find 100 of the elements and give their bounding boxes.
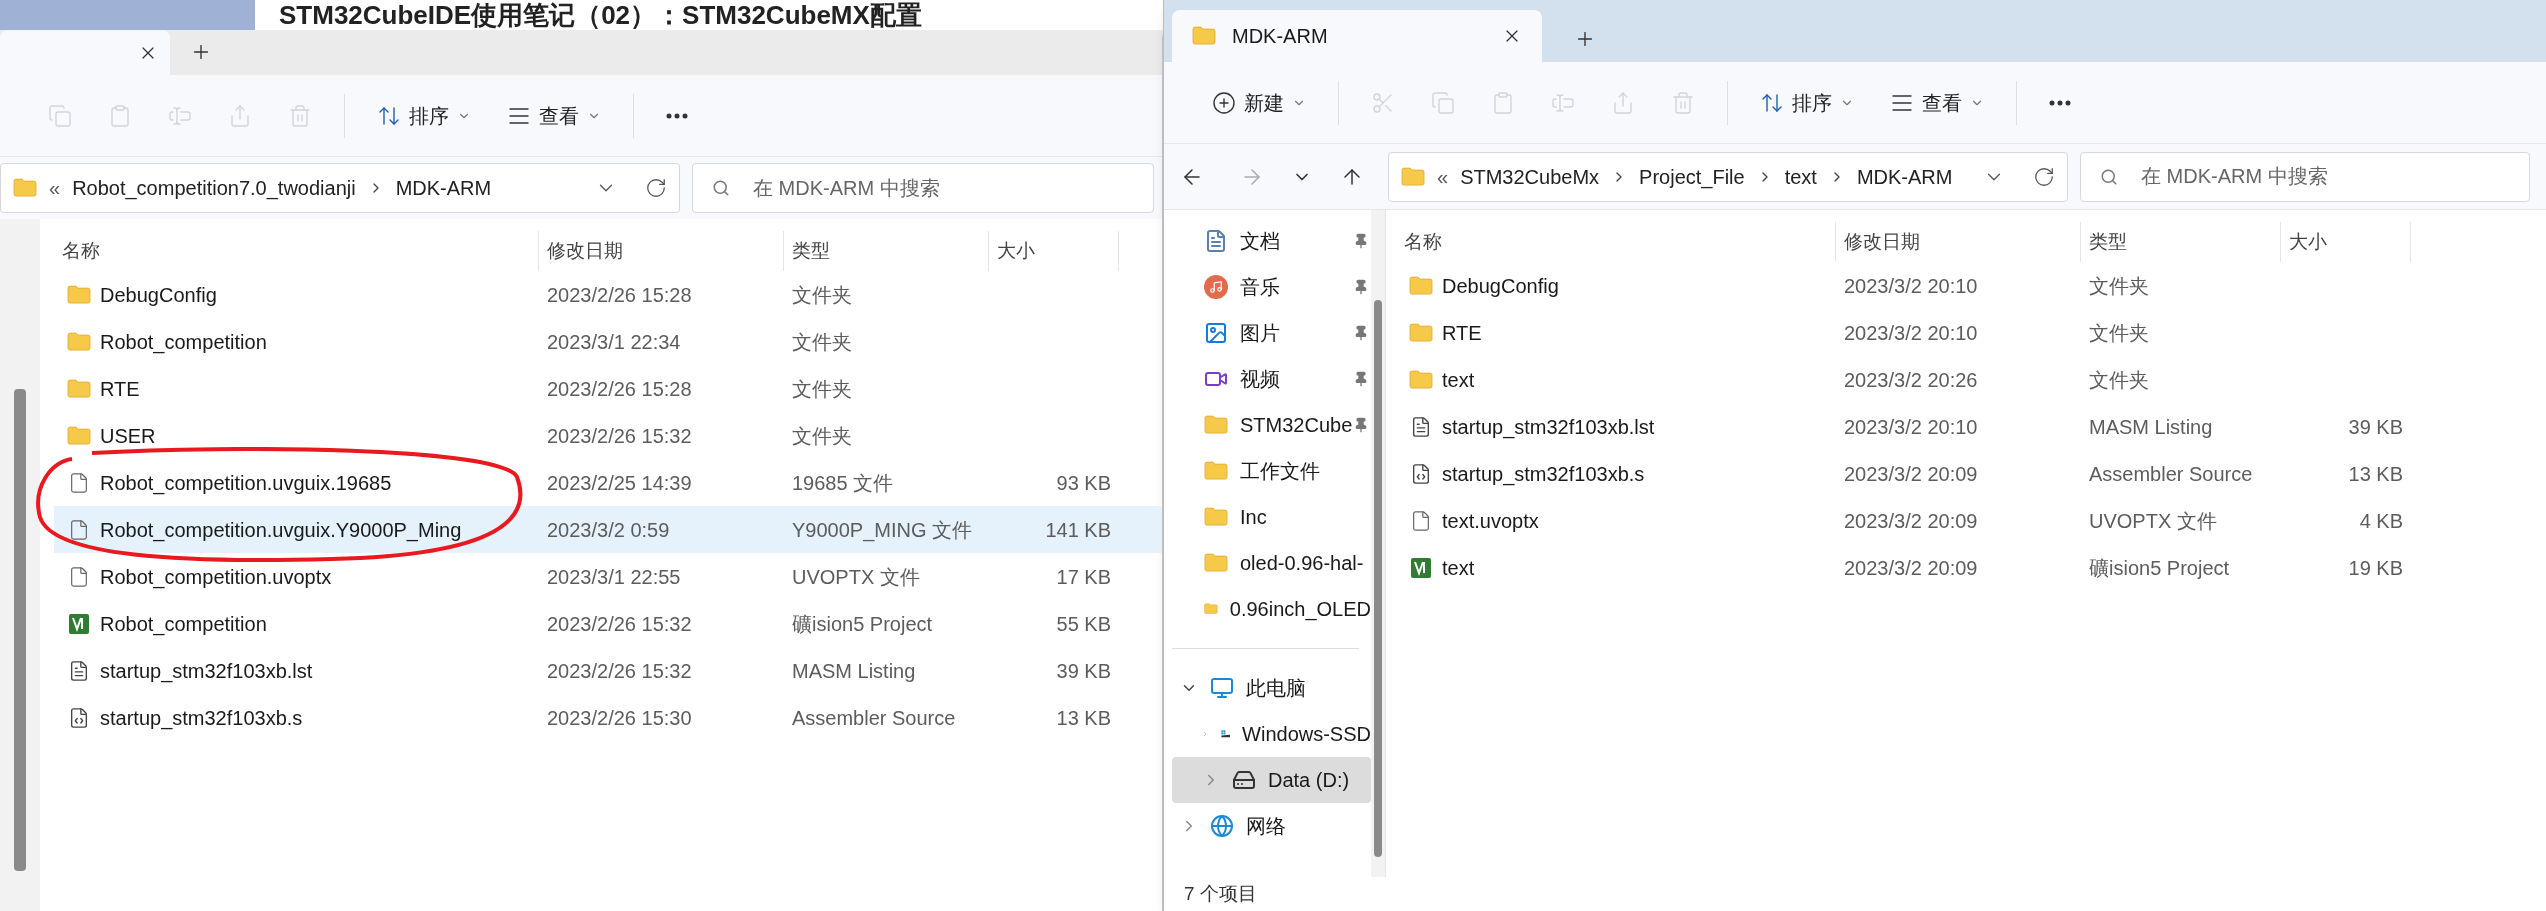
date-text: 2023/3/2 20:10 <box>1844 415 1978 438</box>
date-text: 2023/2/26 15:32 <box>547 612 692 635</box>
file-name: startup_stm32f103xb.s <box>100 705 303 732</box>
folder-icon <box>1204 507 1228 527</box>
file-name: Robot_competition.uvguix.Y9000P_Ming <box>100 517 462 544</box>
file-name: text <box>1442 555 1475 581</box>
folder-icon <box>1401 166 1425 187</box>
file-row[interactable]: text 2023/3/2 20:26 文件夹 <box>1396 356 2546 403</box>
toolbar-menu-button[interactable]: 查看 <box>491 90 617 141</box>
file-row[interactable]: startup_stm32f103xb.lst 2023/3/2 20:10 MASM Listing 39 KB <box>1396 403 2546 450</box>
type-text: 19685 文件 <box>792 471 894 494</box>
type-text: Assembler Source <box>2089 462 2253 485</box>
quick-access-item[interactable]: 视频 <box>1172 356 1371 402</box>
type-text: UVOPTX 文件 <box>2089 509 2217 532</box>
search-field[interactable]: 在 MDK-ARM 中搜索 <box>2080 151 2530 202</box>
folder-icon <box>1204 461 1228 481</box>
scrollbar-thumb[interactable] <box>14 389 26 871</box>
type-text: MASM Listing <box>792 659 916 682</box>
type-text: 礦ision5 Project <box>792 612 933 635</box>
toolbar-menu-button[interactable]: 排序 <box>361 90 487 141</box>
overflow-mark[interactable]: « <box>1437 161 1449 192</box>
file-row[interactable]: USER 2023/2/26 15:32 文件夹 <box>54 412 1162 459</box>
quick-access-item[interactable]: 图片 <box>1172 310 1371 356</box>
trash-icon <box>1671 90 1695 115</box>
file-icon <box>68 471 90 494</box>
file-row[interactable]: startup_stm32f103xb.lst 2023/2/26 15:32 MASM Listing 39 KB <box>54 647 1162 694</box>
file-row[interactable]: DebugConfig 2023/2/26 15:28 文件夹 <box>54 271 1162 318</box>
date-text: 2023/3/2 20:26 <box>1844 368 1978 391</box>
nav-tree-item[interactable]: 网络 <box>1172 803 1371 849</box>
clipboard-icon <box>108 103 132 128</box>
breadcrumb-item[interactable]: Project_File <box>1639 161 1745 192</box>
file-row[interactable]: Robot_competition.uvguix.Y9000P_Ming 2023/3/2 0:59 Y9000P_MING 文件 141 KB <box>54 506 1162 553</box>
file-row[interactable]: startup_stm32f103xb.s 2023/3/2 20:09 Assembler Source 13 KB <box>1396 450 2546 497</box>
size-text: 19 KB <box>2348 555 2403 581</box>
breadcrumb-item[interactable]: STM32CubeMx <box>1460 161 1600 192</box>
nav-tree-item[interactable]: Data (D:) <box>1172 757 1371 803</box>
breadcrumb-item[interactable]: Robot_competition7.0_twodianji <box>72 173 356 203</box>
monitor-icon <box>1210 676 1234 700</box>
nav-tree-item[interactable]: Windows-SSD <box>1172 711 1371 757</box>
column-header[interactable]: 大小 <box>989 231 1119 271</box>
refresh-icon[interactable] <box>645 177 667 199</box>
clipboard-icon <box>1491 90 1515 115</box>
column-header[interactable]: 类型 <box>2081 222 2281 262</box>
file-name: RTE <box>1442 320 1482 346</box>
column-header[interactable]: 名称 <box>54 231 539 271</box>
document-icon <box>68 659 90 682</box>
column-header[interactable]: 修改日期 <box>1836 222 2081 262</box>
column-header[interactable]: 修改日期 <box>539 231 784 271</box>
toolbar-menu-button[interactable]: 排序 <box>1744 77 1870 128</box>
file-row[interactable]: Robot_competition.uvoptx 2023/3/1 22:55 UVOPTX 文件 17 KB <box>54 553 1162 600</box>
date-text: 2023/2/26 15:28 <box>547 283 692 306</box>
file-name: startup_stm32f103xb.lst <box>100 658 313 685</box>
quick-access-item[interactable]: STM32Cube <box>1172 402 1371 448</box>
toolbar-menu-button[interactable]: 查看 <box>1874 77 2000 128</box>
file-row[interactable]: RTE 2023/3/2 20:10 文件夹 <box>1396 309 2546 356</box>
type-text: MASM Listing <box>2089 415 2213 438</box>
type-text: 文件夹 <box>2089 274 2149 297</box>
file-name: startup_stm32f103xb.s <box>1442 461 1645 488</box>
quick-access-item[interactable]: oled-0.96-hal- <box>1172 540 1371 586</box>
file-row[interactable]: Robot_competition 2023/3/1 22:34 文件夹 <box>54 318 1162 365</box>
refresh-icon[interactable] <box>2033 165 2055 188</box>
quick-access-item[interactable]: Inc <box>1172 494 1371 540</box>
folder-icon <box>1204 415 1228 435</box>
address-bar[interactable]: « Robot_competition7.0_twodianji MDK-ARM <box>0 163 680 213</box>
file-row[interactable]: startup_stm32f103xb.s 2023/2/26 15:30 Assembler Source 13 KB <box>54 694 1162 741</box>
file-row[interactable]: Robot_competition.uvguix.19685 2023/2/25 14:39 19685 文件 93 KB <box>54 459 1162 506</box>
breadcrumb-item[interactable]: MDK-ARM <box>1856 161 1953 192</box>
column-header[interactable]: 类型 <box>784 231 989 271</box>
quick-access-item[interactable]: 工作文件 <box>1172 448 1371 494</box>
breadcrumb-item[interactable]: text <box>1784 161 1817 192</box>
quick-access-item[interactable]: 文档 <box>1172 218 1371 264</box>
date-text: 2023/3/2 0:59 <box>547 518 670 541</box>
type-text: 文件夹 <box>2089 321 2149 344</box>
file-row[interactable]: DebugConfig 2023/3/2 20:10 文件夹 <box>1396 262 2546 309</box>
date-text: 2023/3/2 20:09 <box>1844 462 1978 485</box>
file-row[interactable]: text.uvoptx 2023/3/2 20:09 UVOPTX 文件 4 KB <box>1396 497 2546 544</box>
folder-icon <box>1409 369 1433 390</box>
search-field[interactable]: 在 MDK-ARM 中搜索 <box>692 163 1154 213</box>
type-text: UVOPTX 文件 <box>792 565 920 588</box>
drive-icon <box>1232 768 1256 792</box>
plus-circle-icon <box>1212 90 1236 115</box>
column-header[interactable]: 大小 <box>2281 222 2411 262</box>
file-row[interactable]: text 2023/3/2 20:09 礦ision5 Project 19 KB <box>1396 544 2546 591</box>
project-icon <box>68 612 90 635</box>
nav-tree-item[interactable]: 此电脑 <box>1172 665 1371 711</box>
breadcrumb-item[interactable]: MDK-ARM <box>395 173 492 203</box>
column-header[interactable]: 名称 <box>1396 222 1836 262</box>
window-tab[interactable]: MDK-ARM <box>1172 10 1542 62</box>
scrollbar-thumb[interactable] <box>1374 300 1382 857</box>
date-text: 2023/2/26 15:28 <box>547 377 692 400</box>
file-row[interactable]: RTE 2023/2/26 15:28 文件夹 <box>54 365 1162 412</box>
quick-access-item[interactable]: 0.96inch_OLED <box>1172 586 1371 632</box>
folder-icon <box>1204 553 1228 573</box>
toolbar-menu-button[interactable]: 新建 <box>1196 77 1322 128</box>
quick-access-item[interactable]: 音乐 <box>1172 264 1371 310</box>
overflow-mark[interactable]: « <box>49 173 61 203</box>
search-icon <box>2100 167 2118 186</box>
file-row[interactable]: Robot_competition 2023/2/26 15:32 礦ision5 Project 55 KB <box>54 600 1162 647</box>
address-bar[interactable]: « STM32CubeMx Project_File text MDK-ARM <box>1388 151 2068 202</box>
copy-icon <box>1431 90 1455 115</box>
